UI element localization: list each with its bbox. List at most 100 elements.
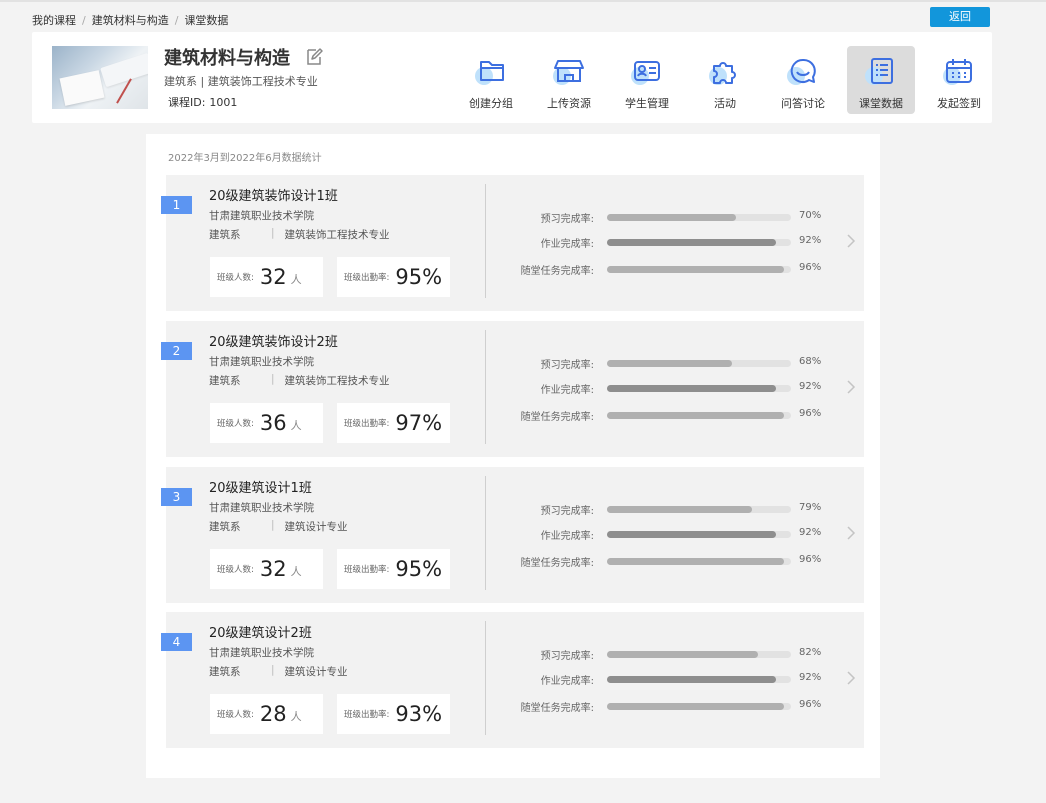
homework-rate-track: [607, 239, 791, 246]
task-rate-row: 随堂任务完成率: 96%: [496, 554, 826, 569]
homework-rate-value: 92%: [799, 235, 822, 246]
preview-rate-row: 预习完成率: 79%: [496, 502, 826, 517]
department: 建筑系: [209, 375, 241, 387]
class-count-box: 班级人数: 32 人: [210, 257, 323, 297]
chevron-right-icon[interactable]: [846, 525, 856, 541]
department-row: 建筑系 | 建筑设计专业: [209, 664, 348, 679]
store-icon: [553, 60, 584, 85]
separator: |: [271, 373, 275, 385]
preview-rate-value: 68%: [799, 356, 822, 367]
preview-rate-value: 82%: [799, 647, 822, 658]
breadcrumb-course[interactable]: 建筑材料与构造: [92, 12, 169, 28]
calendar-icon: [943, 59, 972, 85]
class-card[interactable]: 1 20级建筑装饰设计1班 甘肃建筑职业技术学院 建筑系 | 建筑装饰工程技术专…: [161, 175, 864, 311]
class-name: 20级建筑设计1班: [209, 481, 312, 496]
course-title-row: 建筑材料与构造: [164, 44, 324, 70]
class-number-badge: 2: [161, 342, 192, 360]
task-rate-track: [607, 558, 791, 565]
class-card[interactable]: 2 20级建筑装饰设计2班 甘肃建筑职业技术学院 建筑系 | 建筑装饰工程技术专…: [161, 321, 864, 457]
top-divider: [0, 0, 1046, 2]
class-card[interactable]: 3 20级建筑设计1班 甘肃建筑职业技术学院 建筑系 | 建筑设计专业 班级人数…: [161, 467, 864, 603]
homework-rate-label: 作业完成率:: [540, 385, 594, 396]
breadcrumb-my-courses[interactable]: 我的课程: [32, 12, 76, 28]
puzzle-icon: [709, 62, 736, 85]
homework-rate-row: 作业完成率: 92%: [496, 235, 826, 250]
class-card[interactable]: 4 20级建筑设计2班 甘肃建筑职业技术学院 建筑系 | 建筑设计专业 班级人数…: [161, 612, 864, 748]
tool-label: 发起签到: [937, 97, 981, 110]
homework-rate-fill: [607, 531, 777, 538]
homework-rate-fill: [607, 676, 777, 683]
chevron-right-icon[interactable]: [846, 233, 856, 249]
task-rate-track: [607, 703, 791, 710]
chevron-right-icon[interactable]: [846, 670, 856, 686]
homework-rate-track: [607, 385, 791, 392]
class-count-unit: 人: [290, 710, 302, 723]
class-count-label: 班级人数:: [217, 565, 254, 575]
document-list-icon: [865, 58, 893, 85]
class-count-box: 班级人数: 32 人: [210, 549, 323, 589]
school-name: 甘肃建筑职业技术学院: [209, 356, 314, 368]
school-name: 甘肃建筑职业技术学院: [209, 502, 314, 514]
task-rate-value: 96%: [799, 262, 822, 273]
school-name: 甘肃建筑职业技术学院: [209, 647, 314, 659]
chevron-right-icon[interactable]: [846, 379, 856, 395]
department: 建筑系: [209, 521, 241, 533]
task-rate-label: 随堂任务完成率:: [520, 703, 594, 714]
task-rate-fill: [607, 412, 784, 419]
class-count-unit: 人: [290, 565, 302, 578]
major: 建筑设计专业: [284, 521, 348, 533]
task-rate-row: 随堂任务完成率: 96%: [496, 699, 826, 714]
homework-rate-label: 作业完成率:: [540, 676, 594, 687]
tool-qa-discussion[interactable]: 问答讨论: [764, 46, 842, 114]
period-label: 2022年3月到2022年6月数据统计: [168, 153, 322, 164]
class-name: 20级建筑装饰设计1班: [209, 189, 338, 204]
tool-create-group[interactable]: 创建分组: [452, 46, 530, 114]
tool-student-management[interactable]: 学生管理: [608, 46, 686, 114]
task-rate-label: 随堂任务完成率:: [520, 412, 594, 423]
course-toolbar: 创建分组 上传资源 学生管理 活动 问答讨论 课堂数据 发起签到: [452, 46, 998, 114]
separator: |: [271, 519, 275, 531]
department-row: 建筑系 | 建筑装饰工程技术专业: [209, 373, 390, 388]
class-count-value: 32: [259, 265, 287, 289]
edit-icon[interactable]: [304, 47, 324, 67]
task-rate-label: 随堂任务完成率:: [520, 558, 594, 569]
preview-rate-row: 预习完成率: 68%: [496, 356, 826, 371]
tool-activity[interactable]: 活动: [686, 46, 764, 114]
homework-rate-track: [607, 531, 791, 538]
task-rate-value: 96%: [799, 554, 822, 565]
vertical-divider: [485, 184, 486, 298]
breadcrumb-separator: /: [82, 13, 86, 27]
homework-rate-row: 作业完成率: 92%: [496, 527, 826, 542]
tool-check-in[interactable]: 发起签到: [920, 46, 998, 114]
separator: |: [271, 227, 275, 239]
course-header: 建筑材料与构造 建筑系 | 建筑装饰工程技术专业 课程ID: 1001 创建分组 …: [32, 32, 992, 123]
course-title: 建筑材料与构造: [164, 48, 290, 69]
tool-label: 活动: [714, 97, 736, 110]
class-name: 20级建筑装饰设计2班: [209, 335, 338, 350]
preview-rate-track: [607, 360, 791, 367]
class-number-badge: 4: [161, 633, 192, 651]
breadcrumb-current: 课堂数据: [184, 14, 229, 27]
task-rate-value: 96%: [799, 699, 822, 710]
back-button[interactable]: 返回: [930, 7, 990, 27]
class-count-box: 班级人数: 36 人: [210, 403, 323, 443]
class-number-badge: 3: [161, 488, 192, 506]
course-cover-image: [52, 46, 148, 109]
preview-rate-fill: [607, 360, 733, 367]
attendance-box: 班级出勤率: 97%: [337, 403, 450, 443]
task-rate-label: 随堂任务完成率:: [520, 266, 594, 277]
homework-rate-value: 92%: [799, 672, 822, 683]
id-card-icon: [631, 61, 660, 85]
task-rate-row: 随堂任务完成率: 96%: [496, 262, 826, 277]
homework-rate-label: 作业完成率:: [540, 531, 594, 542]
preview-rate-value: 70%: [799, 210, 822, 221]
class-count-value: 32: [259, 557, 287, 581]
tool-class-data[interactable]: 课堂数据: [847, 46, 915, 114]
homework-rate-value: 92%: [799, 527, 822, 538]
vertical-divider: [485, 476, 486, 590]
preview-rate-label: 预习完成率:: [540, 214, 594, 225]
tool-upload-resource[interactable]: 上传资源: [530, 46, 608, 114]
task-rate-track: [607, 412, 791, 419]
attendance-label: 班级出勤率:: [344, 419, 390, 429]
attendance-label: 班级出勤率:: [344, 710, 390, 720]
